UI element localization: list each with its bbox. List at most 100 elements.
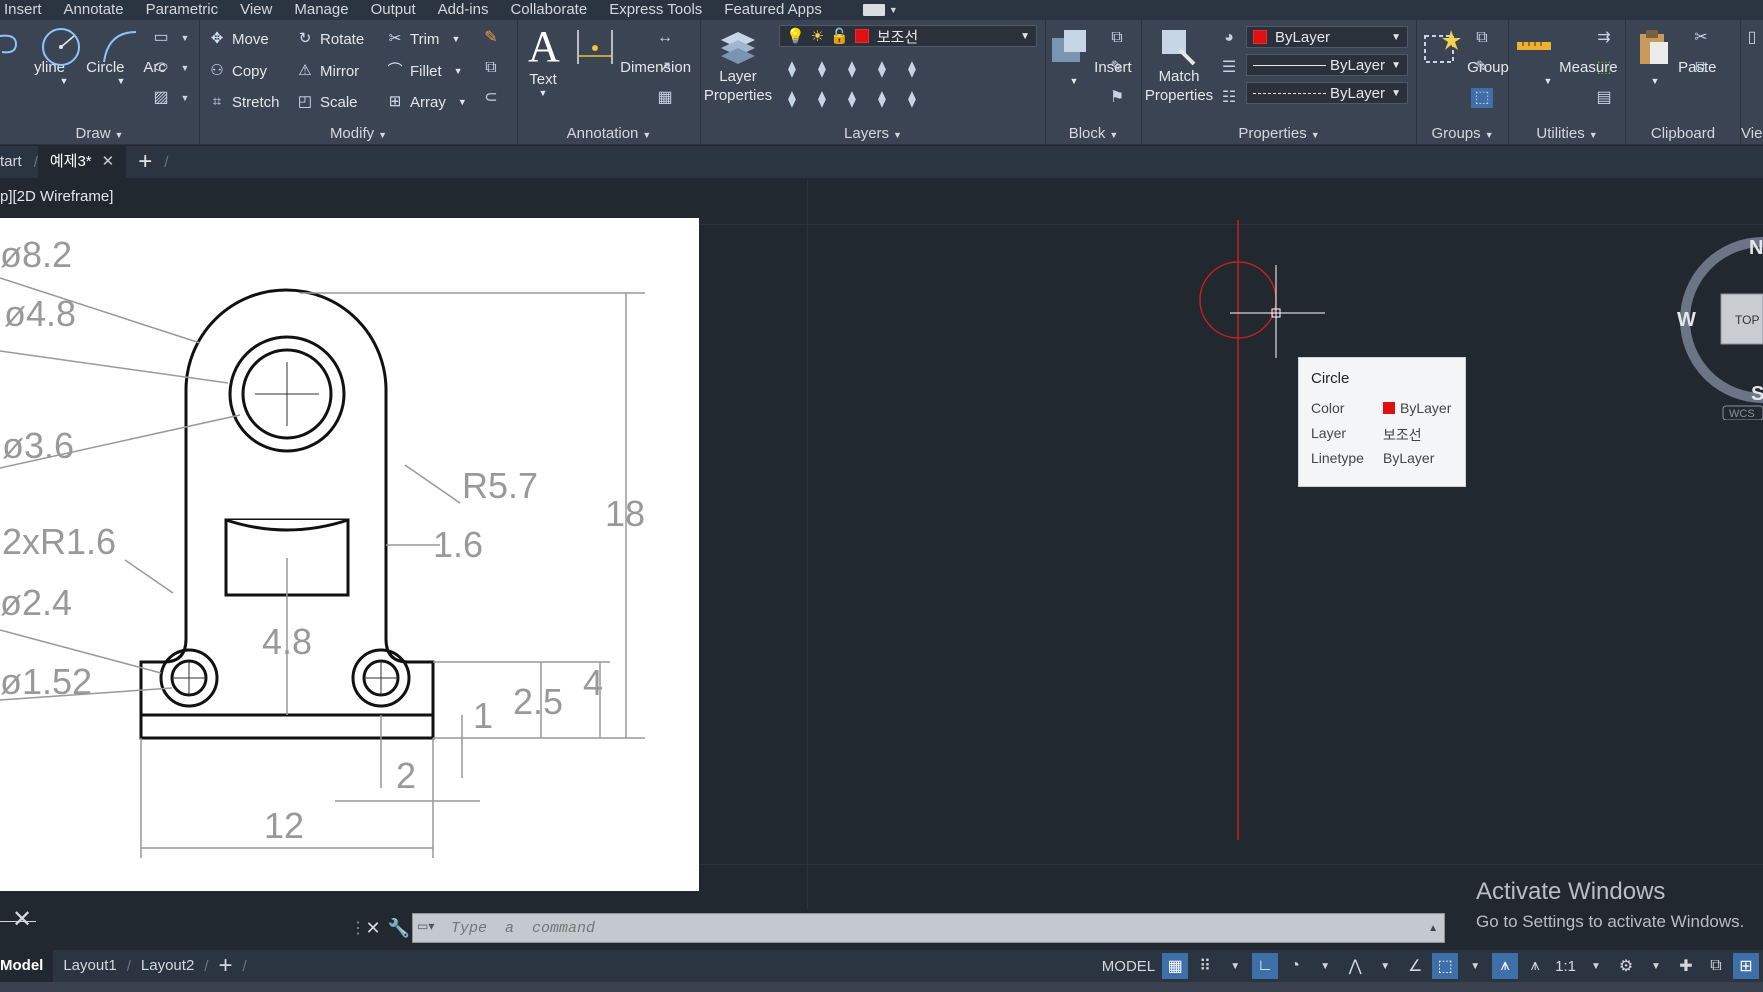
tab-layout1[interactable]: Layout1: [53, 950, 126, 982]
copy-clip-icon[interactable]: ⧉: [1690, 58, 1712, 78]
tab-express-tools[interactable]: Express Tools: [598, 0, 713, 20]
paste-button[interactable]: Paste ▼: [1632, 26, 1717, 86]
calculator-icon[interactable]: ▤: [1593, 88, 1615, 108]
chevron-down-icon[interactable]: ▼: [174, 28, 196, 48]
select-all-icon[interactable]: ⬚: [1593, 58, 1615, 78]
grip-icon[interactable]: ⋮: [350, 918, 366, 938]
group-button[interactable]: Group: [1421, 26, 1509, 77]
panel-title-view[interactable]: Vie: [1741, 125, 1763, 142]
ellipse-icon[interactable]: ⬭: [150, 58, 172, 78]
panel-title-clipboard[interactable]: Clipboard: [1626, 125, 1740, 142]
view-icon[interactable]: ▯: [1741, 28, 1763, 48]
color-dropdown[interactable]: ByLayer ▼: [1246, 26, 1408, 48]
panel-title-draw[interactable]: Draw ▼: [0, 125, 199, 142]
cut-icon[interactable]: ✂: [1690, 28, 1712, 48]
circle-button[interactable]: Circle ▼: [40, 26, 125, 86]
layer-dropdown[interactable]: 💡 ☀ 🔓 보조선 ▼: [779, 25, 1037, 47]
linetype-icon[interactable]: ☷: [1218, 88, 1240, 108]
panel-title-layers[interactable]: Layers ▼: [701, 125, 1045, 142]
wrench-icon[interactable]: 🔧: [386, 918, 412, 939]
chevron-up-icon[interactable]: ▲: [1428, 923, 1438, 934]
object-snap-icon[interactable]: ⬚: [1432, 953, 1459, 979]
table-icon[interactable]: ▦: [654, 88, 676, 108]
mirror-button[interactable]: ⚠ Mirror: [296, 62, 359, 80]
viewcube[interactable]: TOP N W S WCS: [1673, 230, 1763, 420]
panel-title-properties[interactable]: Properties ▼: [1142, 125, 1416, 142]
group-select-icon[interactable]: ⬚: [1471, 88, 1493, 108]
group-edit-icon[interactable]: ✎: [1471, 58, 1493, 78]
command-input[interactable]: [451, 919, 1351, 937]
arc-button[interactable]: Arc ▼: [98, 26, 166, 86]
auto-scale-icon[interactable]: ⩚: [1522, 953, 1548, 979]
chevron-down-icon[interactable]: ▼: [1222, 953, 1248, 979]
ungroup-icon[interactable]: ⧉: [1471, 28, 1493, 48]
rotate-button[interactable]: ↻ Rotate: [296, 30, 365, 48]
tab-layout2[interactable]: Layout2: [131, 950, 204, 982]
layer-tool-icon[interactable]: ⧫: [901, 90, 923, 110]
annotation-visibility-icon[interactable]: ⩚: [1492, 953, 1519, 979]
tab-annotate[interactable]: Annotate: [53, 0, 135, 20]
stretch-button[interactable]: ⌗ Stretch: [208, 93, 280, 111]
command-input-box[interactable]: ▭▾ ▲: [412, 913, 1445, 943]
viewport-controls-label[interactable]: p][2D Wireframe]: [0, 188, 113, 205]
object-snap-tracking-icon[interactable]: ∠: [1402, 953, 1428, 979]
create-block-icon[interactable]: ⧉: [1106, 28, 1128, 48]
layer-properties-button[interactable]: Layer Properties: [703, 26, 773, 105]
annotation-scale-button[interactable]: 1:1: [1552, 953, 1579, 979]
tab-output[interactable]: Output: [360, 0, 427, 20]
chevron-down-icon[interactable]: ▼: [174, 58, 196, 78]
linear-dim-icon[interactable]: ↔: [654, 28, 676, 48]
close-icon[interactable]: ✕: [360, 918, 386, 939]
close-icon[interactable]: ✕: [102, 153, 115, 170]
lineweight-icon[interactable]: ☰: [1218, 58, 1240, 78]
fillet-button[interactable]: ⌒ Fillet ▼: [386, 62, 462, 80]
leader-icon[interactable]: ↗: [654, 58, 676, 78]
chevron-down-icon[interactable]: ▼: [40, 77, 88, 86]
layer-tool-icon[interactable]: ⧫: [811, 90, 833, 110]
tab-add-ins[interactable]: Add-ins: [427, 0, 500, 20]
edit-block-icon[interactable]: ✎: [1106, 58, 1128, 78]
chevron-down-icon[interactable]: ▼: [98, 77, 144, 86]
chevron-down-icon[interactable]: ▼: [528, 89, 558, 98]
measure-button[interactable]: Measure ▼: [1513, 26, 1618, 86]
polyline-button[interactable]: yline: [0, 26, 65, 77]
layer-tool-icon[interactable]: ⧫: [811, 60, 833, 80]
chevron-down-icon[interactable]: ▼: [174, 88, 196, 108]
reference-drawing-image[interactable]: ø8.2 ø4.8 ø3.6 R5.7 2xR1.6 ø2.4 ø1.52 18…: [0, 218, 699, 891]
erase-icon[interactable]: ✎: [480, 28, 502, 48]
text-button[interactable]: A Text ▼: [528, 24, 560, 98]
tab-parametric[interactable]: Parametric: [135, 0, 230, 20]
color-wheel-icon[interactable]: ◕: [1218, 28, 1240, 48]
layer-tool-icon[interactable]: ⧫: [841, 60, 863, 80]
compass-south[interactable]: S: [1751, 383, 1763, 405]
chevron-down-icon[interactable]: ▼: [1048, 77, 1100, 86]
grid-icon[interactable]: ▦: [1162, 953, 1189, 979]
chevron-down-icon[interactable]: ▼: [1513, 77, 1583, 86]
scale-button[interactable]: ◰ Scale: [296, 93, 358, 111]
isolate-objects-icon[interactable]: ⧉: [1703, 953, 1729, 979]
tab-start[interactable]: tart: [0, 146, 34, 178]
ribbon-toggle-icon[interactable]: [862, 4, 885, 16]
hatch-icon[interactable]: ▨: [150, 88, 172, 108]
tab-insert[interactable]: Insert: [0, 0, 53, 20]
dimension-button[interactable]: Dimension: [574, 26, 691, 77]
plus-icon[interactable]: ✚: [1673, 953, 1699, 979]
chevron-down-icon[interactable]: ▼: [1643, 953, 1669, 979]
tab-model[interactable]: Model: [0, 950, 54, 982]
panel-title-groups[interactable]: Groups ▼: [1417, 125, 1508, 142]
tab-featured-apps[interactable]: Featured Apps: [713, 0, 833, 20]
trim-button[interactable]: ✂ Trim ▼: [386, 30, 461, 48]
model-space-button[interactable]: MODEL: [1099, 953, 1158, 979]
chevron-down-icon[interactable]: ▼: [1632, 77, 1678, 86]
layer-tool-icon[interactable]: ⧫: [781, 60, 803, 80]
chevron-down-icon[interactable]: ▼: [1462, 953, 1488, 979]
insert-button[interactable]: Insert ▼: [1048, 26, 1132, 86]
tab-view[interactable]: View: [229, 0, 283, 20]
layer-tool-icon[interactable]: ⧫: [841, 90, 863, 110]
attribute-icon[interactable]: ⚑: [1106, 88, 1128, 108]
command-prompt-icon[interactable]: ▭▾: [417, 919, 451, 937]
compass-north[interactable]: N: [1749, 237, 1763, 259]
layer-lock-icon[interactable]: ⧫: [871, 60, 893, 80]
chevron-down-icon[interactable]: ▼: [1372, 953, 1398, 979]
construction-geometry[interactable]: [1180, 220, 1340, 840]
